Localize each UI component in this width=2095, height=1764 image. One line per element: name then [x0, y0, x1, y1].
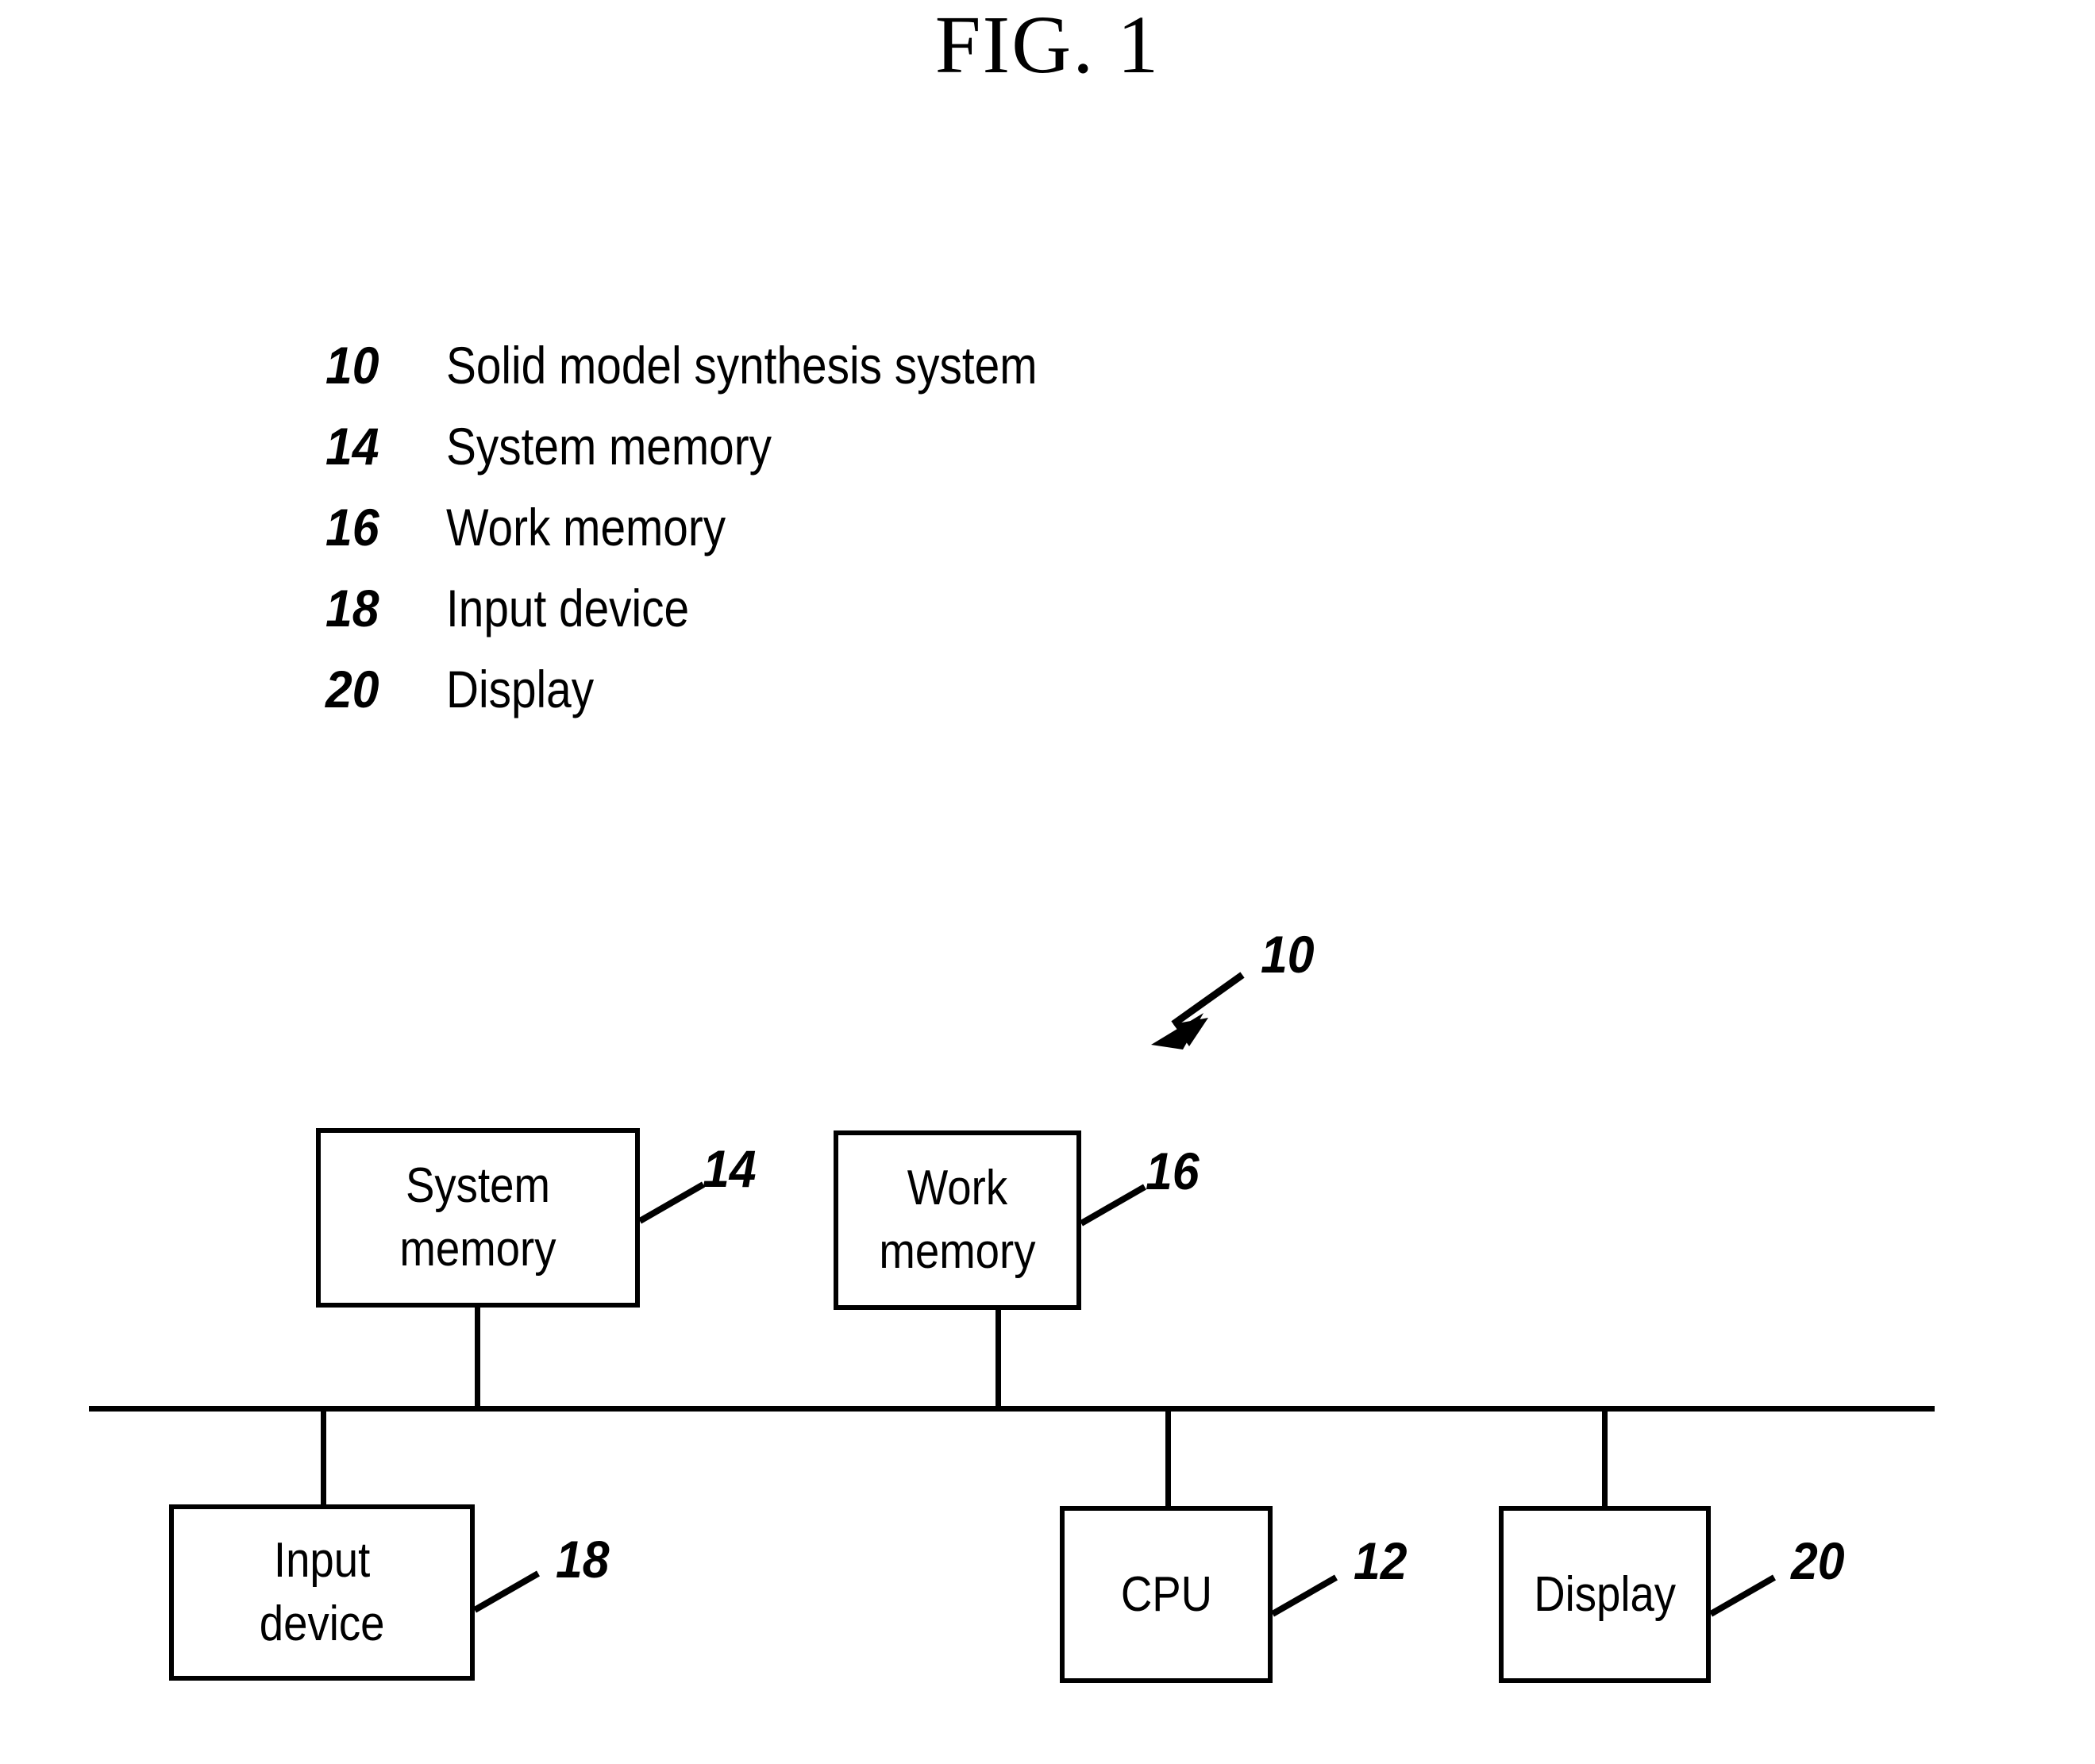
callout-number-10: 10 — [1261, 925, 1315, 984]
callout-number-16: 16 — [1146, 1142, 1200, 1200]
block-input-device: Input device — [169, 1504, 475, 1681]
leader-line-20 — [1709, 1574, 1776, 1617]
figure-page: FIG. 1 10 Solid model synthesis system 1… — [0, 0, 2095, 1764]
block-cpu: CPU — [1060, 1506, 1273, 1683]
connector-work-memory — [996, 1310, 1001, 1411]
connector-input-device — [321, 1411, 326, 1506]
block-system-memory: System memory — [316, 1128, 640, 1308]
connector-cpu — [1165, 1411, 1171, 1508]
system-bus-line — [89, 1406, 1935, 1412]
block-display: Display — [1499, 1506, 1711, 1683]
connector-system-memory — [475, 1308, 480, 1411]
leader-line-18 — [473, 1570, 540, 1613]
block-label: Work memory — [879, 1161, 1036, 1279]
block-label: CPU — [1120, 1566, 1212, 1622]
block-label: System memory — [399, 1158, 556, 1277]
callout-number-20: 20 — [1791, 1531, 1845, 1590]
block-label: Display — [1534, 1566, 1676, 1622]
connector-display — [1602, 1411, 1608, 1508]
block-label: Input device — [259, 1533, 385, 1651]
callout-number-18: 18 — [556, 1530, 610, 1589]
block-diagram: 10 System memory 14 Work memory 16 Input… — [0, 0, 2095, 1764]
callout-number-12: 12 — [1354, 1531, 1408, 1590]
block-work-memory: Work memory — [834, 1130, 1081, 1310]
leader-line-12 — [1271, 1574, 1338, 1617]
callout-number-14: 14 — [703, 1139, 757, 1198]
